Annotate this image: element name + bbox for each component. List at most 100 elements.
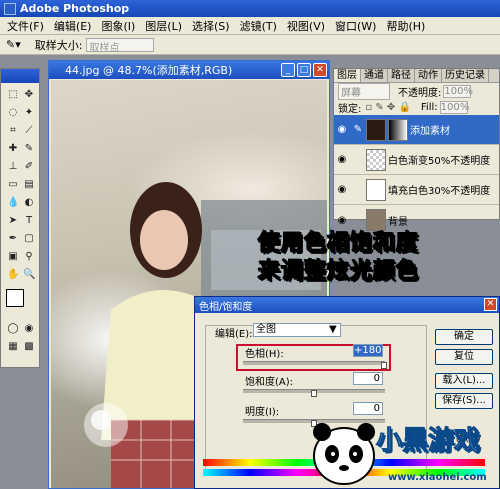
tab-channels[interactable]: 通道	[361, 69, 388, 82]
history-brush-icon[interactable]: ✐	[23, 161, 35, 173]
menu-bar: 文件(F) 编辑(E) 图象(I) 图层(L) 选择(S) 滤镜(T) 视图(V…	[0, 17, 500, 35]
reset-button[interactable]: 复位	[435, 349, 493, 365]
layer-name: 白色渐变50%不透明度	[388, 156, 491, 167]
blend-row: 屏幕 不透明度: 100%	[334, 82, 499, 100]
hand-icon[interactable]: ✋	[7, 269, 19, 281]
layer-thumbnail	[366, 209, 386, 231]
magic-wand-icon[interactable]: ✦	[23, 107, 35, 119]
sample-size-label: 取样大小:	[34, 38, 83, 52]
notes-icon[interactable]: ▣	[7, 251, 19, 263]
layer-item[interactable]: ◉ ✎ 添加素材	[334, 115, 499, 145]
shape-icon[interactable]: ▢	[23, 233, 35, 245]
eyedropper-tool-icon[interactable]: ⚲	[23, 251, 35, 263]
layer-item[interactable]: ◉ 填充白色30%不透明度	[334, 175, 499, 205]
watermark-name: 小黑游戏	[375, 426, 481, 457]
menu-file[interactable]: 文件(F)	[2, 18, 49, 34]
dodge-icon[interactable]: ◐	[23, 197, 35, 209]
panda-icon	[313, 423, 375, 485]
gradient-icon[interactable]: ▤	[23, 179, 35, 191]
path-select-icon[interactable]: ➤	[7, 215, 19, 227]
foreground-color-swatch[interactable]	[6, 289, 24, 307]
minimize-icon[interactable]: _	[281, 63, 295, 77]
toolbox-header	[1, 69, 39, 83]
menu-edit[interactable]: 编辑(E)	[49, 18, 97, 34]
dialog-title: 色相/饱和度	[199, 301, 253, 313]
visibility-eye-icon[interactable]: ◉	[334, 184, 350, 195]
saturation-input[interactable]: 0	[353, 372, 383, 385]
screen-mode-icon[interactable]: ▦	[7, 341, 19, 353]
quick-mask-icon[interactable]: ◉	[23, 323, 35, 335]
layer-thumbnail	[366, 148, 386, 171]
layer-name: 填充白色30%不透明度	[388, 186, 491, 197]
dialog-close-icon[interactable]: ✕	[484, 298, 497, 311]
lightness-input[interactable]: 0	[353, 402, 383, 415]
save-button[interactable]: 保存(S)...	[435, 393, 493, 409]
standard-mode-icon[interactable]: ◯	[7, 323, 19, 335]
layers-panel: 图层 通道 路径 动作 历史记录 屏幕 不透明度: 100% 锁定: ▫ ✎ ✥…	[333, 68, 500, 231]
load-button[interactable]: 载入(L)...	[435, 373, 493, 389]
ok-button[interactable]: 确定	[435, 329, 493, 345]
hue-label: 色相(H):	[245, 349, 284, 360]
fullscreen-mode-icon[interactable]: ▩	[23, 341, 35, 353]
move-icon[interactable]: ✥	[23, 89, 35, 101]
tab-layers[interactable]: 图层	[334, 69, 361, 82]
document-title: 44.jpg @ 48.7%(添加素材,RGB)	[65, 64, 233, 77]
layer-thumbnail	[366, 118, 386, 141]
zoom-icon[interactable]: 🔍	[23, 269, 35, 281]
menu-window[interactable]: 窗口(W)	[330, 18, 381, 34]
tutorial-caption: 使用色相饱和度 来调整炫光颜色	[258, 230, 488, 286]
app-titlebar: Adobe Photoshop	[0, 0, 500, 17]
toolbox: ⬚ ✥ ◌ ✦ ⌗ ⟋ ✚ ✎ ⊥ ✐ ▭ ▤ 💧 ◐ ➤ T ✒ ▢ ▣ ⚲ …	[0, 68, 40, 368]
close-icon[interactable]: ✕	[313, 63, 327, 77]
fill-input[interactable]: 100%	[439, 100, 469, 114]
hue-slider[interactable]	[243, 361, 385, 365]
blend-mode-select[interactable]: 屏幕	[338, 82, 390, 100]
brush-icon[interactable]: ✎	[23, 143, 35, 155]
layer-item[interactable]: ◉ 白色渐变50%不透明度	[334, 145, 499, 175]
marquee-icon[interactable]: ⬚	[7, 89, 19, 101]
menu-help[interactable]: 帮助(H)	[381, 18, 430, 34]
options-bar: ✎▾ 取样大小: 取样点	[0, 35, 500, 55]
chevron-down-icon[interactable]: ▼	[329, 324, 337, 335]
app-title: Adobe Photoshop	[20, 2, 130, 15]
saturation-label: 饱和度(A):	[245, 377, 294, 388]
layer-mask-thumbnail	[388, 118, 408, 141]
lock-label: 锁定:	[338, 103, 362, 115]
menu-layer[interactable]: 图层(L)	[140, 18, 187, 34]
edit-label: 编辑(E):	[215, 329, 253, 340]
crop-icon[interactable]: ⌗	[7, 125, 19, 137]
lasso-icon[interactable]: ◌	[7, 107, 19, 119]
stamp-icon[interactable]: ⊥	[7, 161, 19, 173]
saturation-slider-thumb[interactable]	[311, 390, 317, 397]
hue-input[interactable]: +180	[353, 344, 383, 357]
maximize-icon[interactable]: □	[297, 63, 311, 77]
visibility-eye-icon[interactable]: ◉	[334, 154, 350, 165]
pen-icon[interactable]: ✒	[7, 233, 19, 245]
tab-history[interactable]: 历史记录	[442, 69, 489, 82]
caption-line-1: 使用色相饱和度	[258, 231, 420, 257]
menu-image[interactable]: 图象(I)	[96, 18, 140, 34]
sample-size-select[interactable]: 取样点	[86, 37, 155, 54]
lock-icons[interactable]: ▫ ✎ ✥ 🔒	[365, 102, 411, 113]
opacity-input[interactable]: 100%	[443, 84, 473, 98]
opacity-label: 不透明度:	[398, 87, 442, 99]
blur-icon[interactable]: 💧	[7, 197, 19, 209]
layer-name: 添加素材	[410, 126, 450, 137]
watermark-logo: 小黑游戏 www.xiaohei.com	[300, 418, 500, 489]
eyedropper-icon[interactable]: ✎▾	[6, 38, 21, 51]
visibility-eye-icon[interactable]: ◉	[334, 124, 350, 135]
visibility-eye-icon[interactable]: ◉	[334, 215, 350, 226]
type-icon[interactable]: T	[23, 215, 35, 227]
panel-tabs: 图层 通道 路径 动作 历史记录	[334, 69, 499, 83]
menu-select[interactable]: 选择(S)	[187, 18, 235, 34]
menu-filter[interactable]: 滤镜(T)	[235, 18, 282, 34]
brush-link-icon: ✎	[353, 124, 363, 135]
tab-actions[interactable]: 动作	[415, 69, 442, 82]
tab-paths[interactable]: 路径	[388, 69, 415, 82]
edit-select[interactable]: 全图	[253, 323, 341, 337]
eraser-icon[interactable]: ▭	[7, 179, 19, 191]
hue-slider-thumb[interactable]	[381, 362, 387, 369]
menu-view[interactable]: 视图(V)	[282, 18, 330, 34]
healing-icon[interactable]: ✚	[7, 143, 19, 155]
slice-icon[interactable]: ⟋	[23, 125, 35, 137]
